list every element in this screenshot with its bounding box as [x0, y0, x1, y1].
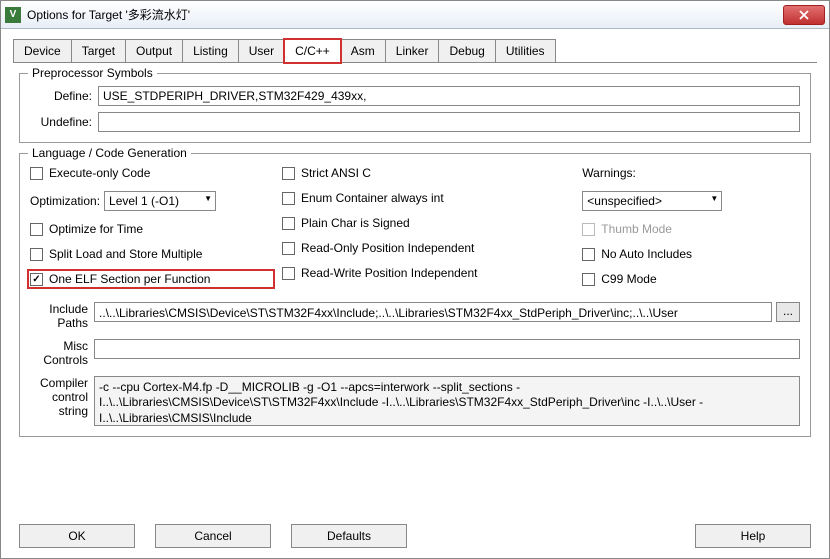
preprocessor-legend: Preprocessor Symbols — [28, 66, 157, 80]
readwrite-pi-checkbox[interactable] — [282, 267, 295, 280]
options-dialog: V Options for Target '多彩流水灯' Device Targ… — [0, 0, 830, 559]
misc-controls-input[interactable] — [94, 339, 800, 359]
execute-only-checkbox[interactable] — [30, 167, 43, 180]
ok-button[interactable]: OK — [19, 524, 135, 548]
include-paths-input[interactable]: ..\..\Libraries\CMSIS\Device\ST\STM32F4x… — [94, 302, 772, 322]
include-paths-label: Include Paths — [30, 302, 94, 331]
optimization-dropdown[interactable]: Level 1 (-O1) — [104, 191, 216, 211]
close-button[interactable] — [783, 5, 825, 25]
window-title: Options for Target '多彩流水灯' — [27, 6, 783, 23]
enum-container-checkbox[interactable] — [282, 192, 295, 205]
undefine-input[interactable] — [98, 112, 800, 132]
readonly-pi-checkbox[interactable] — [282, 242, 295, 255]
tab-content: Preprocessor Symbols Define: Undefine: L… — [1, 63, 829, 518]
no-auto-inc-checkbox[interactable] — [582, 248, 595, 261]
thumb-mode-checkbox — [582, 223, 595, 236]
include-paths-browse[interactable]: ... — [776, 302, 800, 322]
no-auto-inc-label[interactable]: No Auto Includes — [601, 247, 692, 261]
tab-linker[interactable]: Linker — [385, 39, 440, 62]
tab-c-cpp[interactable]: C/C++ — [284, 39, 341, 63]
close-icon — [799, 10, 809, 20]
tab-bar: Device Target Output Listing User C/C++ … — [13, 39, 817, 63]
tab-listing[interactable]: Listing — [182, 39, 239, 62]
help-button[interactable]: Help — [695, 524, 811, 548]
optimize-time-checkbox[interactable] — [30, 223, 43, 236]
app-icon: V — [5, 7, 21, 23]
optimization-label: Optimization: — [30, 194, 104, 208]
preprocessor-group: Preprocessor Symbols Define: Undefine: — [19, 73, 811, 143]
one-elf-checkbox[interactable] — [30, 273, 43, 286]
tab-device[interactable]: Device — [13, 39, 72, 62]
thumb-mode-label: Thumb Mode — [601, 222, 672, 236]
enum-container-label[interactable]: Enum Container always int — [301, 191, 444, 205]
warnings-label: Warnings: — [582, 166, 636, 180]
compiler-string-label: Compiler control string — [30, 376, 94, 419]
tab-debug[interactable]: Debug — [438, 39, 495, 62]
defaults-button[interactable]: Defaults — [291, 524, 407, 548]
cancel-button[interactable]: Cancel — [155, 524, 271, 548]
strict-ansi-label[interactable]: Strict ANSI C — [301, 166, 371, 180]
tab-asm[interactable]: Asm — [340, 39, 386, 62]
strict-ansi-checkbox[interactable] — [282, 167, 295, 180]
define-label: Define: — [30, 89, 98, 103]
readwrite-pi-label[interactable]: Read-Write Position Independent — [301, 266, 478, 280]
define-input[interactable] — [98, 86, 800, 106]
tab-utilities[interactable]: Utilities — [495, 39, 556, 62]
split-load-checkbox[interactable] — [30, 248, 43, 261]
execute-only-label[interactable]: Execute-only Code — [49, 166, 150, 180]
tab-target[interactable]: Target — [71, 39, 126, 62]
plain-char-checkbox[interactable] — [282, 217, 295, 230]
dialog-buttons: OK Cancel Defaults Help — [1, 518, 829, 558]
optimize-time-label[interactable]: Optimize for Time — [49, 222, 143, 236]
titlebar[interactable]: V Options for Target '多彩流水灯' — [1, 1, 829, 29]
tab-user[interactable]: User — [238, 39, 285, 62]
undefine-label: Undefine: — [30, 115, 98, 129]
warnings-dropdown[interactable]: <unspecified> — [582, 191, 722, 211]
tab-output[interactable]: Output — [125, 39, 183, 62]
language-legend: Language / Code Generation — [28, 146, 191, 160]
misc-controls-label: Misc Controls — [30, 339, 94, 368]
c99-mode-label[interactable]: C99 Mode — [601, 272, 656, 286]
one-elf-label[interactable]: One ELF Section per Function — [49, 272, 210, 286]
split-load-label[interactable]: Split Load and Store Multiple — [49, 247, 202, 261]
compiler-string-display: -c --cpu Cortex-M4.fp -D__MICROLIB -g -O… — [94, 376, 800, 426]
plain-char-label[interactable]: Plain Char is Signed — [301, 216, 410, 230]
readonly-pi-label[interactable]: Read-Only Position Independent — [301, 241, 474, 255]
language-group: Language / Code Generation Execute-only … — [19, 153, 811, 437]
c99-mode-checkbox[interactable] — [582, 273, 595, 286]
